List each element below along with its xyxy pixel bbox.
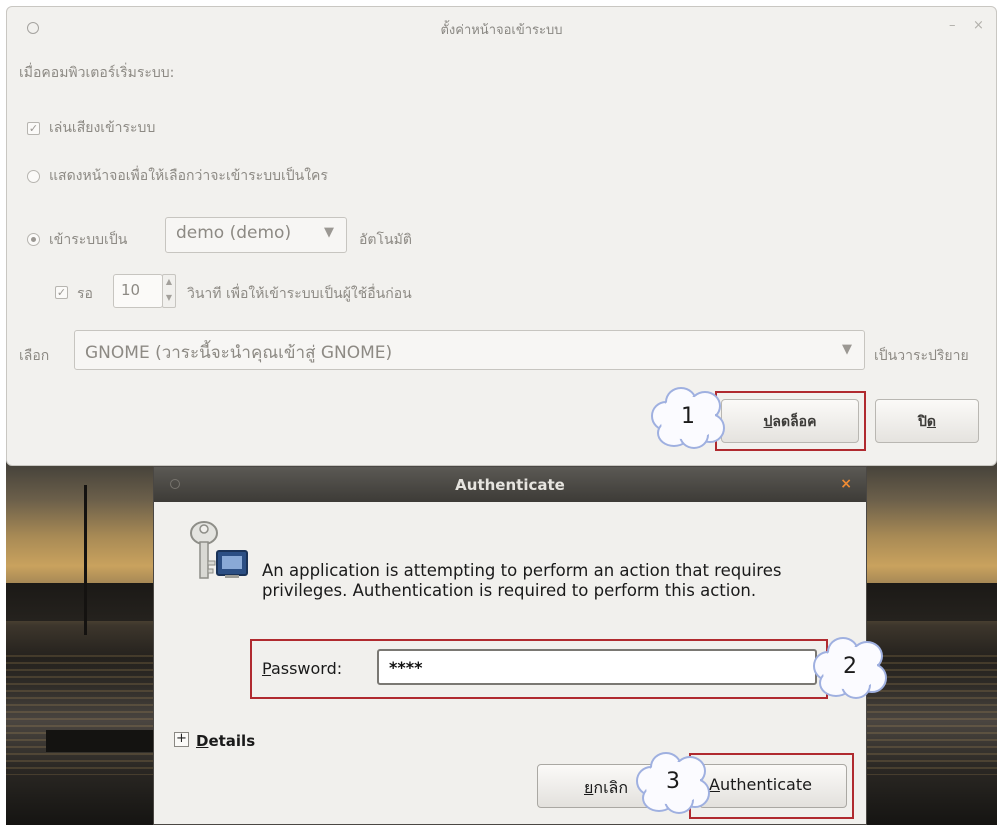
wait-suffix-label: วินาที เพื่อให้เข้าระบบเป็นผู้ใช้อื่นก่อ… bbox=[187, 286, 412, 302]
startup-section-label: เมื่อคอมพิวเตอร์เริ่มระบบ: bbox=[19, 65, 175, 81]
highlight-box-authenticate bbox=[689, 753, 854, 819]
wait-seconds-input[interactable]: 10 bbox=[113, 274, 163, 308]
wallpaper-boat-mast bbox=[84, 485, 87, 635]
step-2-number: 2 bbox=[843, 654, 857, 679]
window-title: ตั้งค่าหน้าจอเข้าระบบ bbox=[440, 23, 563, 38]
auth-titlebar: Authenticate × bbox=[154, 467, 866, 502]
stepper-down-icon[interactable]: ▼ bbox=[163, 291, 175, 307]
wallpaper-dock bbox=[46, 730, 161, 752]
window-titlebar: ตั้งค่าหน้าจอเข้าระบบ – × bbox=[7, 7, 996, 47]
wait-label: รอ bbox=[77, 286, 93, 302]
login-as-label: เข้าระบบเป็น bbox=[49, 232, 128, 248]
stepper-up-icon[interactable]: ▲ bbox=[163, 275, 175, 291]
default-session-label: เป็นวาระปริยาย bbox=[874, 348, 969, 364]
step-3-number: 3 bbox=[666, 769, 680, 794]
show-screen-label: แสดงหน้าจอเพื่อให้เลือกว่าจะเข้าระบบเป็น… bbox=[49, 168, 328, 184]
highlight-box-unlock bbox=[715, 391, 866, 451]
dropdown-arrow-icon: ▼ bbox=[842, 342, 852, 357]
auto-login-radio[interactable] bbox=[27, 233, 40, 246]
auto-label: อัตโนมัติ bbox=[359, 232, 412, 248]
play-sound-label: เล่นเสียงเข้าระบบ bbox=[49, 120, 156, 136]
minimize-button[interactable]: – bbox=[949, 18, 956, 33]
session-select-label: เลือก bbox=[19, 348, 50, 364]
auth-close-icon[interactable]: × bbox=[840, 476, 852, 492]
authenticate-dialog: Authenticate × An application is attempt… bbox=[153, 466, 867, 825]
wait-seconds-value: 10 bbox=[121, 281, 141, 299]
show-screen-radio[interactable] bbox=[27, 170, 40, 183]
auth-title: Authenticate bbox=[455, 476, 565, 494]
keys-icon bbox=[190, 521, 248, 579]
wait-seconds-stepper[interactable]: ▲ ▼ bbox=[162, 274, 176, 308]
close-window-button[interactable]: × bbox=[973, 18, 984, 33]
dropdown-arrow-icon: ▼ bbox=[324, 225, 334, 240]
login-user-value: demo (demo) bbox=[176, 223, 292, 243]
close-button[interactable]: ปิด bbox=[875, 399, 979, 443]
details-expander-icon[interactable]: + bbox=[174, 732, 189, 747]
login-settings-window: ตั้งค่าหน้าจอเข้าระบบ – × เมื่อคอมพิวเตอ… bbox=[6, 6, 997, 466]
step-3-cloud: 3 bbox=[636, 752, 710, 814]
auth-message: An application is attempting to perform … bbox=[262, 561, 782, 600]
step-1-number: 1 bbox=[681, 404, 695, 429]
login-user-dropdown[interactable]: demo (demo) ▼ bbox=[165, 217, 347, 253]
play-sound-checkbox[interactable]: ✓ bbox=[27, 122, 40, 135]
details-label[interactable]: Details bbox=[196, 732, 255, 750]
session-dropdown[interactable]: GNOME (วาระนี้จะนำคุณเข้าสู่ GNOME) ▼ bbox=[74, 330, 865, 370]
step-1-cloud: 1 bbox=[651, 387, 725, 449]
session-value: GNOME (วาระนี้จะนำคุณเข้าสู่ GNOME) bbox=[85, 343, 393, 363]
step-2-cloud: 2 bbox=[813, 637, 887, 699]
wait-checkbox[interactable]: ✓ bbox=[55, 286, 68, 299]
highlight-box-password bbox=[250, 639, 828, 699]
